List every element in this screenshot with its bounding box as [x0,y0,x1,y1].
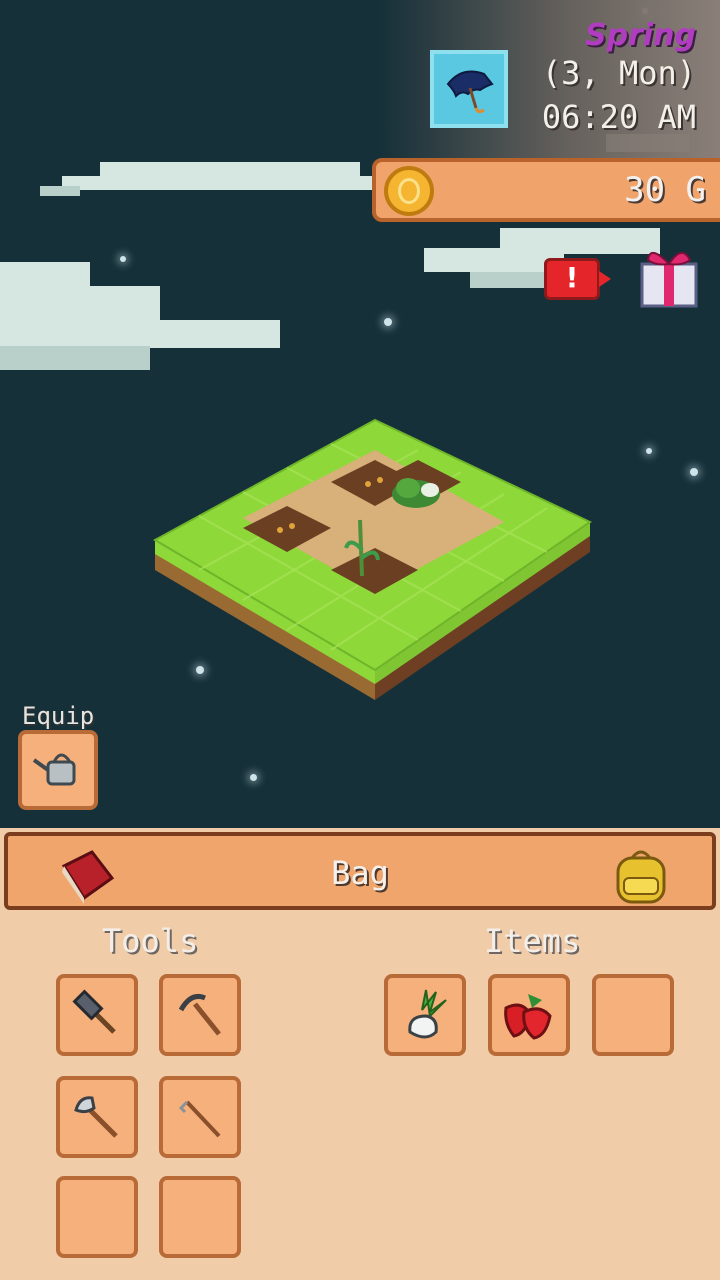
item-slot-strawberry[interactable] [488,974,570,1056]
star [120,256,126,262]
farm-plot[interactable] [150,410,600,700]
season-label: Spring [585,18,696,53]
notification-alert-button[interactable]: ! [544,258,611,300]
turnip-icon [408,989,447,1039]
cloud [424,248,564,272]
cloud [40,186,80,196]
tool-slot-hammer[interactable] [56,974,138,1056]
umbrella-icon [446,70,494,114]
cloud [0,346,150,370]
coin-icon [384,166,434,216]
cloud [470,272,550,288]
watering-can-icon [32,753,76,786]
hammer-icon [72,989,116,1034]
gift-button[interactable] [636,240,702,310]
weather-indicator[interactable] [430,50,508,128]
gold-amount: 30 G [624,170,706,210]
cloud [62,176,372,190]
exclamation-icon: ! [565,261,579,294]
star [646,448,652,454]
night-sky: Spring (3, Mon) 06:20 AM 30 G ! Equip [0,0,720,828]
item-slot-empty[interactable] [592,974,674,1056]
tool-slot-hoe[interactable] [159,1076,241,1158]
cloud [0,320,280,348]
tools-label: Tools [102,922,199,960]
star [250,774,257,781]
equip-slot[interactable] [18,730,98,810]
hoe-icon [178,1100,221,1138]
star [690,468,698,476]
tool-slot-sickle[interactable] [159,974,241,1056]
strawberry-icon [504,994,552,1040]
axe-icon [74,1096,118,1138]
gift-icon [640,252,698,308]
tool-slot-empty[interactable] [159,1176,241,1258]
bag-title: Bag [331,854,389,892]
tool-slot-axe[interactable] [56,1076,138,1158]
bag-header: Bag [4,832,716,910]
sickle-icon [178,994,221,1036]
tool-slot-empty[interactable] [56,1176,138,1258]
bag-panel: Bag Tools Items [0,828,720,1280]
item-slot-turnip[interactable] [384,974,466,1056]
star [384,318,392,326]
backpack-button[interactable] [610,844,674,906]
items-label: Items [484,922,581,960]
clock-label: 06:20 AM [541,98,696,136]
date-label: (3, Mon) [541,54,696,92]
equip-label: Equip [22,702,95,730]
gold-counter: 30 G [372,158,720,222]
